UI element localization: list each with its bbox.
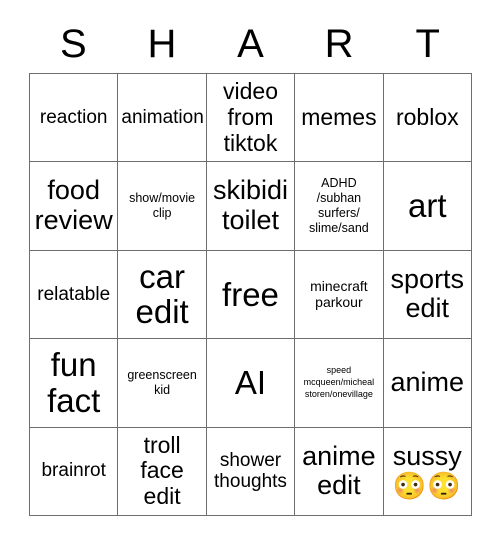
bingo-cell-label: shower thoughts bbox=[214, 449, 287, 493]
bingo-cell-4-0[interactable]: brainrot bbox=[30, 427, 119, 516]
bingo-cell-label: food review bbox=[34, 175, 113, 236]
bingo-cell-label: roblox bbox=[395, 103, 459, 130]
bingo-cell-label: AI bbox=[234, 364, 267, 402]
bingo-cell-1-3[interactable]: ADHD /subhan surfers/ slime/sand bbox=[295, 162, 384, 251]
bingo-cell-0-4[interactable]: roblox bbox=[383, 74, 472, 163]
bingo-cell-1-1[interactable]: show/movie clip bbox=[118, 162, 207, 251]
bingo-cell-label: fun fact bbox=[47, 346, 101, 419]
bingo-card: S H A R T reaction animation video from … bbox=[0, 0, 500, 544]
bingo-cell-label: reaction bbox=[39, 106, 108, 128]
bingo-cell-label: greenscreen kid bbox=[127, 367, 197, 397]
bingo-cell-label-text: sussy bbox=[392, 440, 462, 471]
bingo-cell-label: memes bbox=[301, 103, 377, 130]
bingo-cell-4-1[interactable]: troll face edit bbox=[118, 427, 207, 516]
bingo-cell-label: free bbox=[222, 275, 279, 313]
header-letter-2: A bbox=[237, 21, 264, 66]
bingo-cell-3-2[interactable]: AI bbox=[206, 339, 296, 428]
bingo-cell-label: sussy 😳😳 bbox=[387, 428, 468, 515]
bingo-cell-label: troll face edit bbox=[140, 431, 184, 510]
bingo-cell-0-3[interactable]: memes bbox=[295, 74, 384, 163]
bingo-cell-label: show/movie clip bbox=[129, 190, 196, 221]
bingo-cell-label: skibidi toilet bbox=[212, 175, 288, 236]
flushed-face-emoji: 😳😳 bbox=[392, 471, 462, 502]
bingo-cell-3-3[interactable]: speed mcqueen/micheal storen/onevillage bbox=[295, 339, 384, 428]
bingo-cell-2-1[interactable]: car edit bbox=[118, 250, 207, 340]
bingo-cell-1-4[interactable]: art bbox=[383, 162, 472, 251]
bingo-cell-3-4[interactable]: anime bbox=[383, 339, 472, 428]
bingo-cell-2-0[interactable]: relatable bbox=[30, 250, 119, 340]
bingo-cell-label: relatable bbox=[37, 283, 111, 305]
bingo-cell-3-1[interactable]: greenscreen kid bbox=[118, 339, 207, 428]
bingo-cell-2-2[interactable]: free bbox=[206, 250, 296, 340]
bingo-cell-3-0[interactable]: fun fact bbox=[30, 339, 119, 428]
bingo-cell-label: car edit bbox=[135, 257, 189, 331]
bingo-cell-0-2[interactable]: video from tiktok bbox=[206, 74, 296, 163]
bingo-cell-0-0[interactable]: reaction bbox=[30, 74, 119, 163]
header-letter-1: H bbox=[147, 21, 177, 66]
header-letter-0: S bbox=[59, 21, 87, 66]
bingo-cell-0-1[interactable]: animation bbox=[118, 74, 207, 163]
bingo-cell-label: art bbox=[408, 187, 447, 225]
bingo-cell-label: anime edit bbox=[302, 440, 376, 501]
header-letter-3: R bbox=[324, 21, 354, 66]
header-letter-4: T bbox=[415, 21, 440, 66]
bingo-cell-4-2[interactable]: shower thoughts bbox=[206, 427, 296, 516]
bingo-cell-1-0[interactable]: food review bbox=[30, 162, 119, 251]
bingo-cell-1-2[interactable]: skibidi toilet bbox=[206, 162, 296, 251]
bingo-cell-label: video from tiktok bbox=[223, 78, 278, 156]
bingo-cell-label: minecraft parkour bbox=[310, 277, 368, 311]
bingo-cell-4-3[interactable]: anime edit bbox=[295, 427, 384, 516]
bingo-cell-2-3[interactable]: minecraft parkour bbox=[295, 250, 384, 340]
bingo-cell-2-4[interactable]: sports edit bbox=[383, 250, 472, 340]
bingo-cell-label: brainrot bbox=[41, 460, 106, 482]
bingo-grid: reaction animation video from tiktok mem… bbox=[29, 73, 472, 516]
bingo-cell-label: sports edit bbox=[390, 263, 465, 324]
bingo-cell-label: anime bbox=[390, 367, 465, 398]
bingo-cell-label: ADHD /subhan surfers/ slime/sand bbox=[309, 175, 369, 236]
bingo-header-letters: S H A R T bbox=[29, 14, 472, 73]
bingo-cell-label: speed mcqueen/micheal storen/onevillage bbox=[303, 365, 375, 399]
bingo-cell-label: animation bbox=[121, 106, 204, 128]
bingo-cell-4-4[interactable]: sussy 😳😳 bbox=[383, 427, 472, 516]
